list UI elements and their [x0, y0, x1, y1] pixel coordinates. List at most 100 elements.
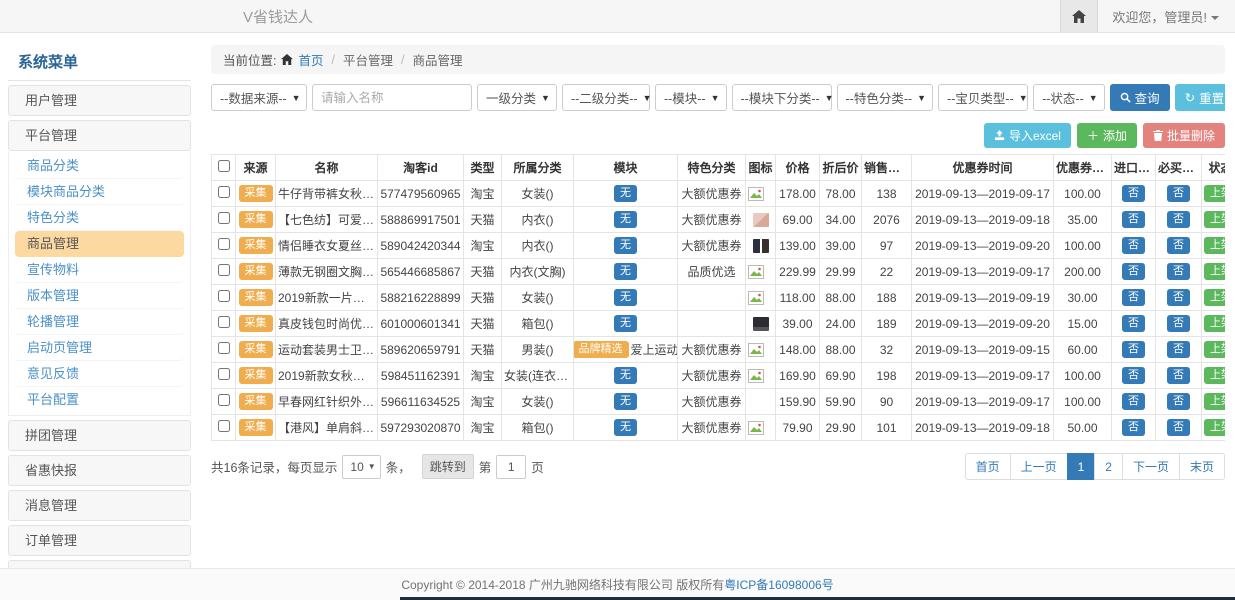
source-cell: 采集 — [236, 207, 276, 233]
module-sub-select[interactable]: --模块下分类--▼ — [732, 84, 832, 111]
status-badge[interactable]: 上架 — [1204, 263, 1225, 279]
name-cell: 运动套装男士卫衣初秋... — [276, 337, 378, 363]
row-checkbox[interactable] — [218, 238, 230, 250]
sidebar-item-启动页管理[interactable]: 启动页管理 — [15, 335, 184, 361]
data-source-select[interactable]: --数据来源--▼ — [211, 84, 307, 111]
sidebar-item-模块商品分类[interactable]: 模块商品分类 — [15, 179, 184, 205]
sidebar-item-轮播管理[interactable]: 轮播管理 — [15, 309, 184, 335]
page-button-上一页[interactable]: 上一页 — [1010, 453, 1068, 480]
import-select-cell: 否 — [1112, 207, 1156, 233]
feature-category-select[interactable]: --特色分类--▼ — [837, 84, 934, 111]
status-badge[interactable]: 上架 — [1204, 393, 1225, 409]
per-page-select[interactable]: 10 ▼ — [342, 455, 380, 479]
sidebar-item-商品管理[interactable]: 商品管理 — [15, 231, 184, 257]
select-all-checkbox[interactable] — [218, 160, 230, 172]
row-checkbox[interactable] — [218, 342, 230, 354]
must-buy-badge[interactable]: 否 — [1167, 341, 1190, 357]
status-badge[interactable]: 上架 — [1204, 315, 1225, 331]
feature-cell: 大额优惠券 — [678, 181, 746, 207]
page-button-2[interactable]: 2 — [1094, 453, 1123, 480]
sidebar: 系统菜单 用户管理平台管理商品分类模块商品分类特色分类商品管理宣传物料版本管理轮… — [8, 47, 191, 568]
sidebar-group-兑换管理[interactable]: 兑换管理 — [8, 560, 191, 568]
page-number-input[interactable] — [496, 455, 526, 479]
sidebar-group-订单管理[interactable]: 订单管理 — [8, 525, 191, 556]
jump-button[interactable]: 跳转到 — [422, 454, 474, 479]
must-buy-badge[interactable]: 否 — [1167, 263, 1190, 279]
row-checkbox[interactable] — [218, 394, 230, 406]
sidebar-item-宣传物料[interactable]: 宣传物料 — [15, 257, 184, 283]
row-checkbox[interactable] — [218, 316, 230, 328]
page-button-下一页[interactable]: 下一页 — [1122, 453, 1180, 480]
import-select-badge[interactable]: 否 — [1122, 185, 1145, 201]
row-checkbox[interactable] — [218, 420, 230, 432]
sidebar-group-消息管理[interactable]: 消息管理 — [8, 490, 191, 521]
chevron-down-icon: ▼ — [643, 93, 652, 103]
sidebar-group-用户管理[interactable]: 用户管理 — [8, 85, 191, 116]
page-button-1[interactable]: 1 — [1067, 453, 1096, 480]
row-checkbox-cell — [212, 389, 236, 415]
breadcrumb-item-platform[interactable]: 平台管理 — [343, 50, 393, 69]
chevron-down-icon: ▼ — [368, 462, 376, 471]
row-checkbox[interactable] — [218, 290, 230, 302]
import-select-badge[interactable]: 否 — [1122, 393, 1145, 409]
name-input[interactable] — [312, 84, 472, 111]
sidebar-group-平台管理[interactable]: 平台管理 — [8, 120, 191, 151]
search-button[interactable]: 查询 — [1110, 84, 1170, 111]
page-button-末页[interactable]: 末页 — [1179, 453, 1225, 480]
status-badge[interactable]: 上架 — [1204, 289, 1225, 305]
sidebar-item-版本管理[interactable]: 版本管理 — [15, 283, 184, 309]
import-select-badge[interactable]: 否 — [1122, 341, 1145, 357]
type-cell: 淘宝 — [464, 389, 502, 415]
home-button[interactable] — [1060, 0, 1098, 32]
reset-button[interactable]: ↻重置 — [1175, 84, 1225, 111]
icp-link[interactable]: 粤ICP备16098006号 — [724, 576, 833, 593]
must-buy-badge[interactable]: 否 — [1167, 315, 1190, 331]
must-buy-badge[interactable]: 否 — [1167, 419, 1190, 435]
import-select-badge[interactable]: 否 — [1122, 211, 1145, 227]
must-buy-badge[interactable]: 否 — [1167, 393, 1190, 409]
row-checkbox[interactable] — [218, 186, 230, 198]
price-cell: 169.90 — [776, 363, 820, 389]
status-cell: 上架 — [1202, 259, 1226, 285]
page-button-首页[interactable]: 首页 — [965, 453, 1011, 480]
must-buy-badge[interactable]: 否 — [1167, 367, 1190, 383]
status-badge[interactable]: 上架 — [1204, 341, 1225, 357]
must-buy-badge[interactable]: 否 — [1167, 211, 1190, 227]
add-button[interactable]: ＋ 添加 — [1077, 123, 1137, 148]
status-badge[interactable]: 上架 — [1204, 237, 1225, 253]
module-content: 无 — [576, 367, 675, 383]
sidebar-group-省惠快报[interactable]: 省惠快报 — [8, 455, 191, 486]
item-type-select[interactable]: --宝贝类型--▼ — [938, 84, 1028, 111]
must-buy-badge[interactable]: 否 — [1167, 185, 1190, 201]
row-checkbox[interactable] — [218, 212, 230, 224]
module-cell: 无 — [574, 207, 678, 233]
must-buy-badge[interactable]: 否 — [1167, 289, 1190, 305]
import-select-badge[interactable]: 否 — [1122, 419, 1145, 435]
status-badge[interactable]: 上架 — [1204, 419, 1225, 435]
sidebar-item-平台配置[interactable]: 平台配置 — [15, 387, 184, 413]
status-badge[interactable]: 上架 — [1204, 367, 1225, 383]
import-excel-button[interactable]: 导入excel — [984, 123, 1071, 148]
level1-category-select[interactable]: 一级分类▼ — [477, 84, 557, 111]
import-select-badge[interactable]: 否 — [1122, 315, 1145, 331]
module-content: 无 — [576, 315, 675, 331]
sidebar-item-商品分类[interactable]: 商品分类 — [15, 153, 184, 179]
module-select[interactable]: --模块--▼ — [655, 84, 727, 111]
sidebar-item-特色分类[interactable]: 特色分类 — [15, 205, 184, 231]
breadcrumb-home-link[interactable]: 首页 — [298, 50, 323, 69]
status-badge[interactable]: 上架 — [1204, 185, 1225, 201]
row-checkbox[interactable] — [218, 368, 230, 380]
import-select-badge[interactable]: 否 — [1122, 367, 1145, 383]
status-badge[interactable]: 上架 — [1204, 211, 1225, 227]
sidebar-group-拼团管理[interactable]: 拼团管理 — [8, 420, 191, 451]
sidebar-item-意见反馈[interactable]: 意见反馈 — [15, 361, 184, 387]
bulk-delete-button[interactable]: 批量删除 — [1143, 123, 1225, 148]
must-buy-badge[interactable]: 否 — [1167, 237, 1190, 253]
import-select-badge[interactable]: 否 — [1122, 289, 1145, 305]
import-select-badge[interactable]: 否 — [1122, 263, 1145, 279]
row-checkbox[interactable] — [218, 264, 230, 276]
status-select[interactable]: --状态--▼ — [1033, 84, 1105, 111]
user-menu[interactable]: 欢迎您，管理员! — [1098, 7, 1235, 26]
level2-category-select[interactable]: --二级分类--▼ — [562, 84, 650, 111]
import-select-badge[interactable]: 否 — [1122, 237, 1145, 253]
